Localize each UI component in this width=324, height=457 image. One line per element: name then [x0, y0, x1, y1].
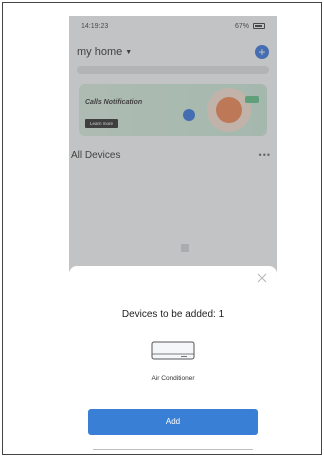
air-conditioner-icon: [151, 341, 195, 360]
device-name: Air Conditioner: [151, 375, 195, 382]
phone-screen: 14:19:23 67% my home ▼ + Calls Notificat…: [69, 16, 277, 453]
add-button[interactable]: Add: [88, 409, 258, 435]
home-indicator: [93, 449, 253, 450]
sheet-title: Devices to be added: 1: [121, 309, 225, 320]
add-devices-sheet: Devices to be added: 1 Air Conditioner A…: [69, 266, 277, 453]
close-icon[interactable]: [256, 272, 268, 284]
